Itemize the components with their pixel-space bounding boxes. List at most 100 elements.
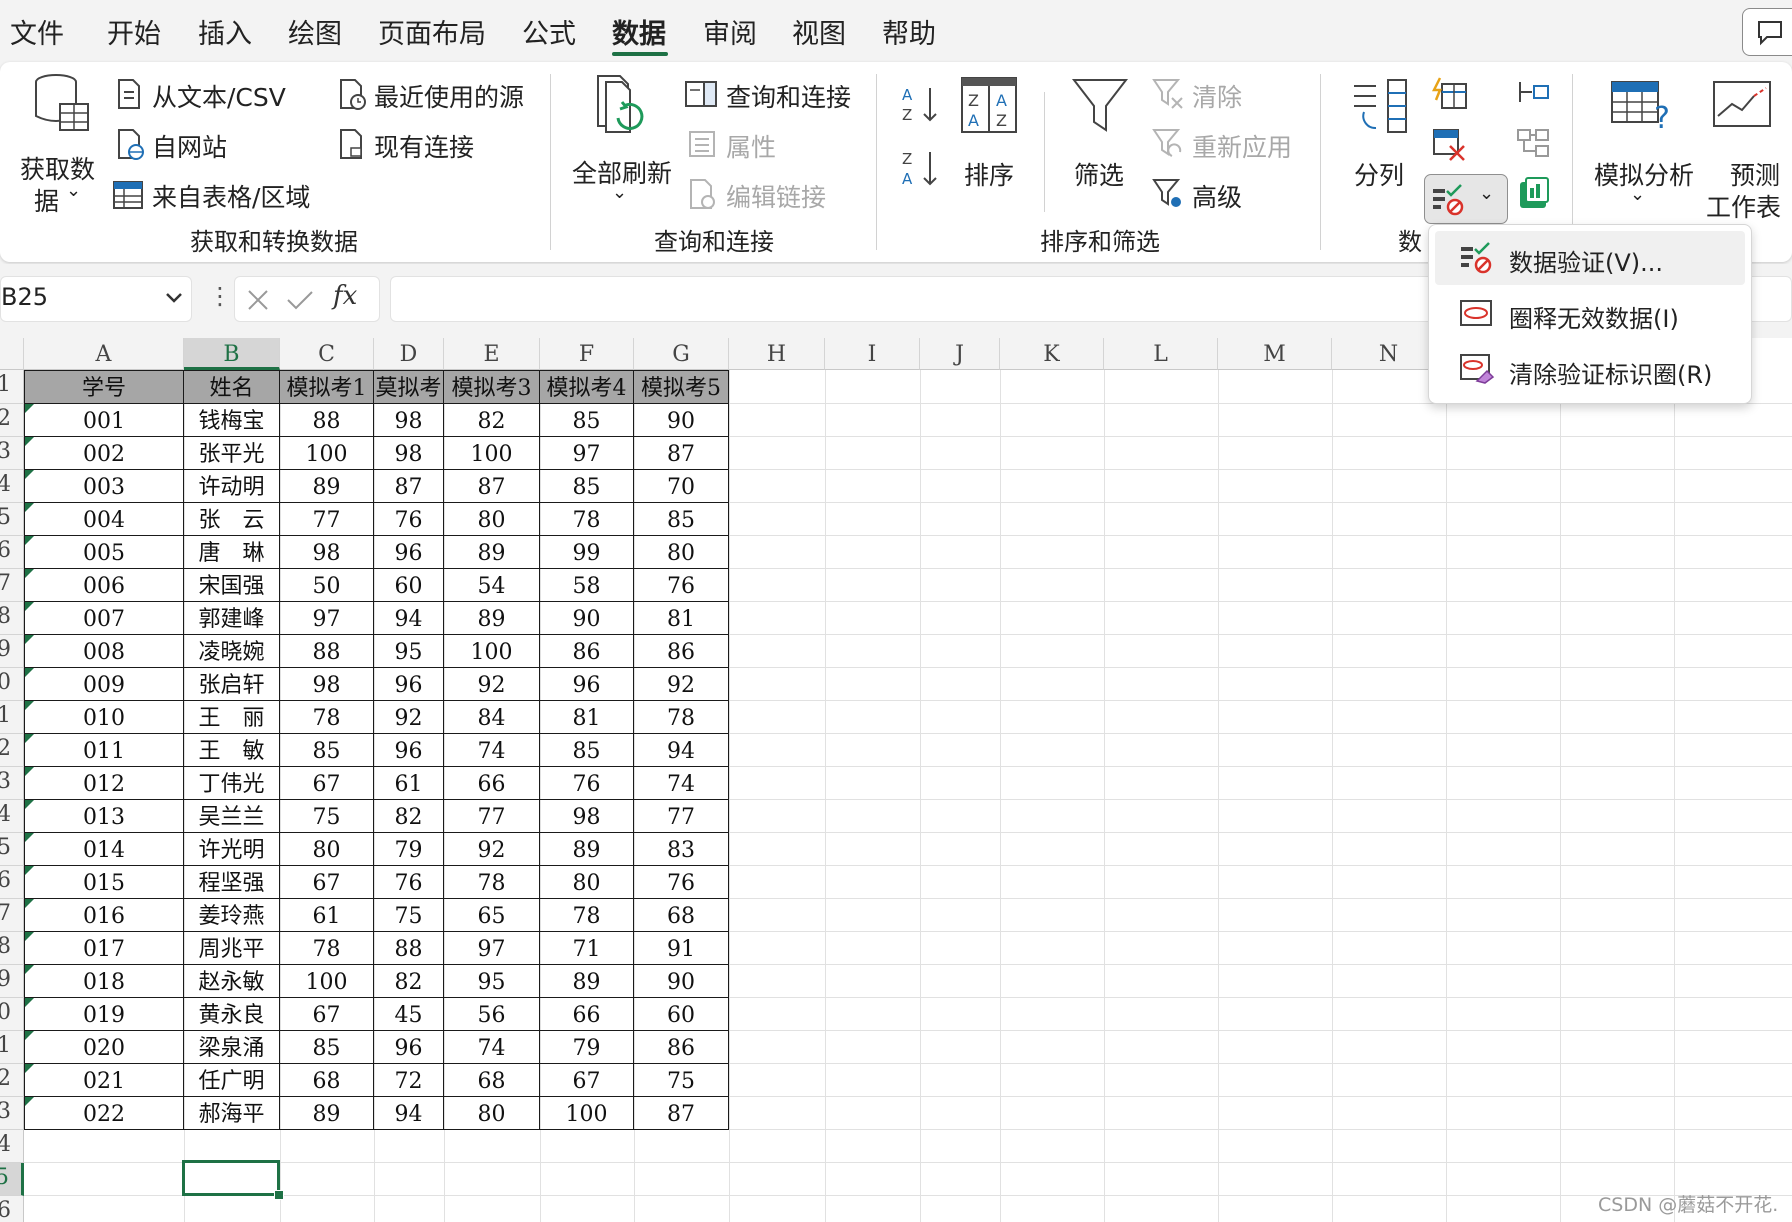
table-cell[interactable]: 78 [444,866,540,899]
table-header-cell[interactable]: 莫拟考 [374,370,444,404]
table-cell[interactable]: 92 [634,668,729,701]
column-header-j[interactable]: J [920,338,1000,370]
table-header-cell[interactable]: 模拟考3 [444,370,540,404]
table-cell[interactable]: 87 [634,437,729,470]
reapply-button[interactable]: 重新应用 [1150,126,1320,162]
column-header-m[interactable]: M [1218,338,1332,370]
row-header[interactable]: 2 [0,734,24,767]
table-cell[interactable]: 75 [374,899,444,932]
row-header[interactable]: 6 [0,536,24,569]
table-header-cell[interactable]: 模拟考1 [280,370,374,404]
table-cell[interactable]: 许动明 [184,470,280,503]
table-cell[interactable]: 50 [280,569,374,602]
table-cell[interactable]: 凌晓婉 [184,635,280,668]
table-cell[interactable]: 77 [280,503,374,536]
table-cell[interactable]: 张 云 [184,503,280,536]
table-cell[interactable]: 76 [634,569,729,602]
spreadsheet-grid[interactable]: ABCDEFGHIJKLMNO1234567890123456789012345… [0,338,1792,1222]
table-cell[interactable]: 58 [540,569,634,602]
table-cell[interactable]: 015 [24,866,184,899]
table-cell[interactable]: 76 [540,767,634,800]
table-cell[interactable]: 周兆平 [184,932,280,965]
table-cell[interactable]: 89 [280,1097,374,1130]
table-cell[interactable]: 68 [634,899,729,932]
table-cell[interactable]: 60 [634,998,729,1031]
table-cell[interactable]: 74 [444,1031,540,1064]
more-options-icon[interactable]: ⋮ [208,282,232,310]
row-header[interactable]: 1 [0,1031,24,1064]
cancel-icon[interactable] [245,287,271,313]
relationships-button[interactable] [1516,126,1556,166]
table-cell[interactable]: 83 [634,833,729,866]
table-cell[interactable]: 85 [280,734,374,767]
tab-help[interactable]: 帮助 [882,12,936,51]
table-cell[interactable]: 75 [634,1064,729,1097]
table-cell[interactable]: 60 [374,569,444,602]
table-cell[interactable]: 018 [24,965,184,998]
table-cell[interactable]: 95 [444,965,540,998]
table-cell[interactable]: 019 [24,998,184,1031]
table-cell[interactable]: 97 [540,437,634,470]
table-cell[interactable]: 005 [24,536,184,569]
row-header[interactable]: 3 [0,767,24,800]
table-cell[interactable]: 96 [374,734,444,767]
table-cell[interactable]: 吴兰兰 [184,800,280,833]
table-cell[interactable]: 梁泉涌 [184,1031,280,1064]
table-cell[interactable]: 唐 琳 [184,536,280,569]
row-header[interactable]: 8 [0,932,24,965]
manage-data-model-button[interactable] [1516,176,1556,216]
table-cell[interactable]: 45 [374,998,444,1031]
table-cell[interactable]: 郭建峰 [184,602,280,635]
table-cell[interactable]: 100 [280,437,374,470]
insert-function-button[interactable]: fx [333,281,357,311]
table-cell[interactable]: 67 [280,998,374,1031]
existing-connections-button[interactable]: 现有连接 [336,126,536,162]
table-cell[interactable]: 赵永敏 [184,965,280,998]
table-cell[interactable]: 98 [374,437,444,470]
table-cell[interactable]: 017 [24,932,184,965]
menu-item-data-validation[interactable]: 数据验证(V)... [1435,231,1745,285]
table-cell[interactable]: 80 [634,536,729,569]
table-cell[interactable]: 钱梅宝 [184,404,280,437]
table-cell[interactable]: 99 [540,536,634,569]
table-cell[interactable]: 100 [540,1097,634,1130]
column-header-h[interactable]: H [729,338,825,370]
clear-filter-button[interactable]: 清除 [1150,76,1320,112]
row-header[interactable]: 1 [0,370,24,404]
table-cell[interactable]: 002 [24,437,184,470]
refresh-all-button[interactable]: 全部刷新 ⌄ [566,72,676,212]
table-cell[interactable]: 76 [634,866,729,899]
sort-button[interactable]: ZAAZ 排序 [954,76,1024,196]
recent-sources-button[interactable]: 最近使用的源 [336,76,536,112]
tab-data[interactable]: 数据 [612,12,666,51]
tab-file[interactable]: 文件 [10,12,64,51]
column-header-b[interactable]: B [184,338,280,370]
row-header[interactable]: 5 [0,1163,24,1196]
table-cell[interactable]: 任广明 [184,1064,280,1097]
column-header-c[interactable]: C [280,338,374,370]
row-header[interactable]: 3 [0,437,24,470]
consolidate-button[interactable] [1516,76,1556,116]
table-cell[interactable]: 78 [540,899,634,932]
table-cell[interactable]: 89 [540,833,634,866]
table-cell[interactable]: 78 [540,503,634,536]
table-cell[interactable]: 宋国强 [184,569,280,602]
table-cell[interactable]: 79 [540,1031,634,1064]
what-if-analysis-button[interactable]: ? 模拟分析 ⌄ [1590,76,1694,216]
table-cell[interactable]: 003 [24,470,184,503]
table-cell[interactable]: 009 [24,668,184,701]
row-header[interactable]: 7 [0,569,24,602]
table-cell[interactable]: 004 [24,503,184,536]
table-cell[interactable]: 87 [634,1097,729,1130]
row-header[interactable]: 5 [0,833,24,866]
tab-draw[interactable]: 绘图 [288,12,342,51]
table-cell[interactable]: 85 [634,503,729,536]
table-cell[interactable]: 88 [280,404,374,437]
table-cell[interactable]: 67 [280,866,374,899]
table-cell[interactable]: 85 [280,1031,374,1064]
table-cell[interactable]: 98 [540,800,634,833]
table-cell[interactable]: 61 [374,767,444,800]
table-cell[interactable]: 80 [280,833,374,866]
table-cell[interactable]: 86 [634,635,729,668]
table-cell[interactable]: 90 [540,602,634,635]
